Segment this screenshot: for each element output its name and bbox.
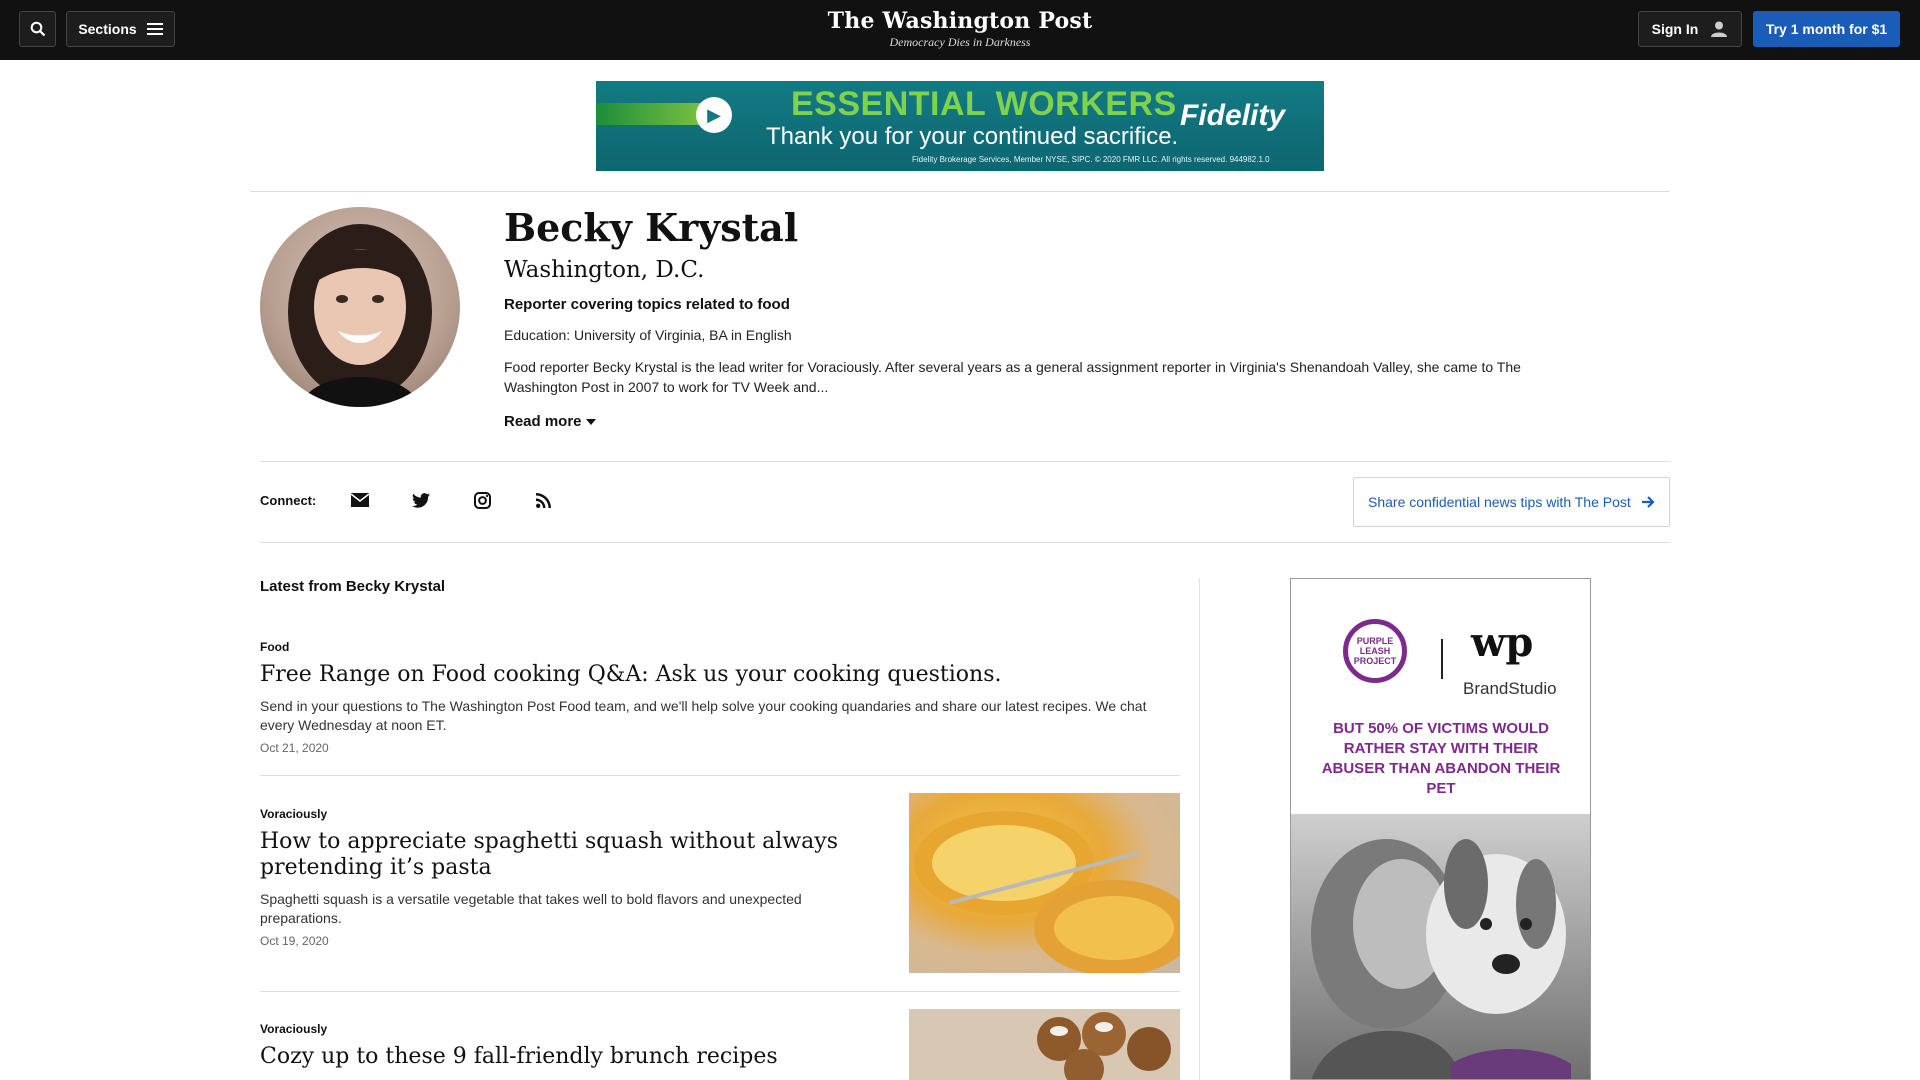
read-more-label: Read more [504, 413, 582, 430]
column-divider [1199, 578, 1200, 1080]
news-tips-button[interactable]: Share confidential news tips with The Po… [1353, 477, 1670, 527]
divider [260, 461, 1670, 462]
author-portrait-image [288, 224, 432, 407]
connect-label: Connect: [260, 493, 317, 508]
woman-and-dog-photo [1291, 814, 1590, 1079]
story-blurb: Send in your questions to The Washington… [260, 698, 1147, 733]
story-kicker[interactable]: Food [260, 640, 289, 654]
news-tips-label: Share confidential news tips with The Po… [1368, 494, 1631, 510]
user-icon [1711, 21, 1728, 37]
divider [260, 775, 1180, 776]
story-kicker[interactable]: Voraciously [260, 807, 327, 821]
site-logo[interactable]: The Washington Post [760, 8, 1160, 34]
rss-icon[interactable] [532, 489, 554, 511]
latest-section-title: Latest from Becky Krystal [260, 578, 446, 595]
hamburger-menu-icon [146, 23, 163, 35]
sign-in-button[interactable]: Sign In [1638, 11, 1742, 47]
story-headline[interactable]: How to appreciate spaghetti squash witho… [260, 829, 900, 881]
ad-brand-logo: Fidelity [1180, 99, 1286, 132]
author-bio: Food reporter Becky Krystal is the lead … [504, 359, 1521, 395]
site-tagline: Democracy Dies in Darkness [889, 35, 1031, 49]
subscribe-button[interactable]: Try 1 month for $1 [1753, 11, 1900, 47]
side-ad-message: BUT 50% OF VICTIMS WOULD RATHER STAY WIT… [1321, 720, 1561, 797]
top-navigation-bar: Sections The Washington Post Democracy D… [0, 0, 1920, 60]
author-role: Reporter covering topics related to food [504, 296, 790, 313]
brunch-muffins-image[interactable] [909, 1009, 1180, 1080]
ad-headline: ESSENTIAL WORKERS [791, 85, 1177, 123]
caret-down-icon [585, 418, 596, 425]
squash-illustration [914, 811, 1180, 973]
advertisement-banner[interactable]: ▶ ESSENTIAL WORKERS Thank you for your c… [596, 81, 1324, 171]
author-location: Washington, D.C. [504, 257, 705, 283]
side-ad-header: PURPLE LEASH PROJECT wp BrandStudio BUT … [1291, 579, 1590, 814]
ad-subline: Thank you for your continued sacrifice. [766, 123, 1179, 150]
wp-brand-mark: wp [1471, 619, 1534, 666]
brandstudio-label: BrandStudio [1463, 679, 1557, 698]
author-education: Education: University of Virginia, BA in… [504, 327, 792, 343]
email-icon[interactable] [349, 489, 371, 511]
muffins-illustration [909, 1009, 1180, 1080]
divider [250, 191, 1670, 192]
divider [260, 991, 1180, 992]
author-avatar [260, 207, 460, 407]
purple-leash-logo: PURPLE LEASH PROJECT [1343, 619, 1407, 683]
search-button[interactable] [19, 11, 56, 47]
divider [260, 542, 1670, 543]
ad-fineprint: Fidelity Brokerage Services, Member NYSE… [912, 155, 1270, 164]
instagram-icon[interactable] [471, 489, 493, 511]
sidebar-advertisement[interactable]: PURPLE LEASH PROJECT wp BrandStudio BUT … [1290, 578, 1591, 1080]
spaghetti-squash-image[interactable] [909, 793, 1180, 973]
story-blurb: Spaghetti squash is a versatile vegetabl… [260, 891, 802, 926]
author-name: Becky Krystal [504, 205, 799, 250]
arrow-right-icon [1642, 496, 1655, 508]
woman-dog-illustration [1311, 839, 1571, 1079]
story-date: Oct 21, 2020 [260, 741, 329, 755]
play-arrow-icon: ▶ [696, 97, 732, 133]
sections-menu-button[interactable]: Sections [66, 11, 175, 47]
ad-arrow-bar [596, 103, 706, 125]
search-icon [30, 21, 45, 37]
read-more-button[interactable]: Read more [504, 413, 596, 430]
twitter-icon[interactable] [410, 489, 432, 511]
story-kicker[interactable]: Voraciously [260, 1022, 327, 1036]
story-date: Oct 19, 2020 [260, 934, 329, 948]
sections-label: Sections [78, 21, 137, 37]
story-headline[interactable]: Cozy up to these 9 fall-friendly brunch … [260, 1044, 900, 1070]
sign-in-label: Sign In [1651, 21, 1699, 37]
story-headline[interactable]: Free Range on Food cooking Q&A: Ask us y… [260, 662, 1180, 688]
side-ad-divider [1441, 639, 1443, 679]
site-branding[interactable]: The Washington Post Democracy Dies in Da… [760, 8, 1160, 50]
